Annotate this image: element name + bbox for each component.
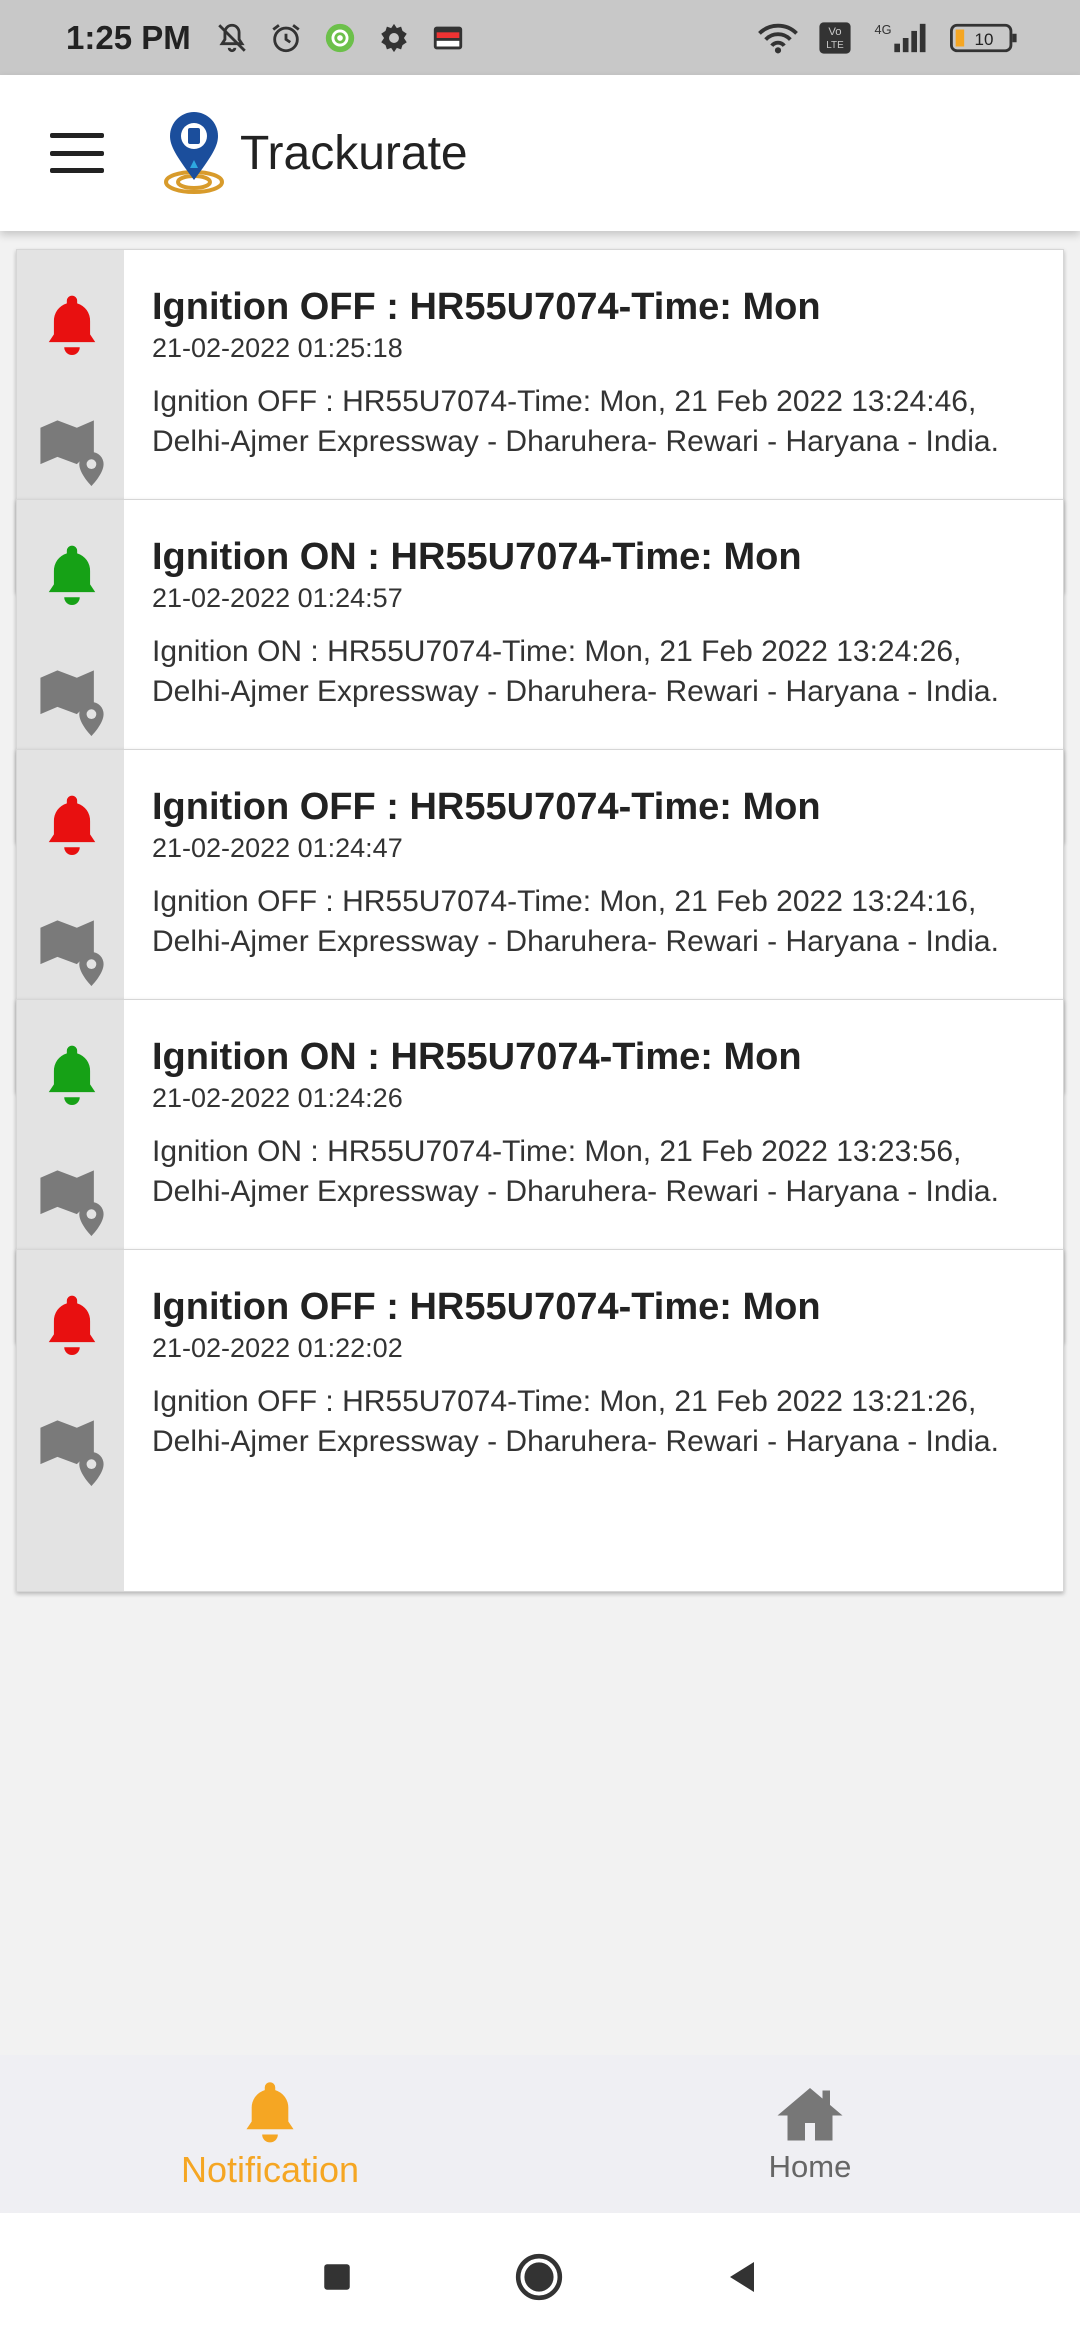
signal-4g-icon: 4G	[870, 21, 930, 55]
status-bar: 1:25 PM Vo LTE 4G 10	[0, 0, 1080, 75]
notification-text: Ignition ON : HR55U7074-Time: Mon, 21 Fe…	[152, 1135, 999, 1208]
map-location-icon[interactable]	[35, 1418, 109, 1486]
notification-title: Ignition OFF : HR55U7074-Time: Mon	[152, 786, 821, 828]
notification-card[interactable]: Ignition OFF : HR55U7074-Time: Mon 21-02…	[16, 1249, 1064, 1592]
notification-text: Ignition OFF : HR55U7074-Time: Mon, 21 F…	[152, 1385, 999, 1458]
nav-notification-label: Notification	[180, 2149, 360, 2190]
hamburger-menu-icon[interactable]	[50, 133, 104, 173]
svg-text:Vo: Vo	[828, 26, 841, 38]
svg-text:LTE: LTE	[826, 39, 844, 50]
card-body: Ignition OFF : HR55U7074-Time: Mon 21-02…	[124, 1250, 1063, 1591]
recents-square-icon[interactable]	[320, 2260, 354, 2294]
alarm-icon	[269, 21, 303, 55]
card-side-panel	[17, 1250, 124, 1591]
bell-icon	[48, 545, 96, 605]
bell-icon	[48, 795, 96, 855]
system-navigation-bar	[0, 2213, 1080, 2340]
map-location-icon[interactable]	[35, 668, 109, 736]
bell-icon	[246, 2082, 294, 2143]
notification-title: Ignition OFF : HR55U7074-Time: Mon	[152, 286, 821, 328]
nav-home-label: Home	[768, 2149, 852, 2184]
wifi-icon	[756, 21, 800, 55]
notification-time: 21-02-2022 01:24:47	[152, 833, 403, 863]
notification-list[interactable]: Ignition OFF : HR55U7074-Time: Mon 21-02…	[0, 231, 1080, 2055]
nav-notification[interactable]: Notification	[0, 2055, 540, 2213]
map-location-icon[interactable]	[35, 418, 109, 486]
app-title: Trackurate	[240, 126, 468, 180]
notification-time: 21-02-2022 01:24:26	[152, 1083, 403, 1113]
back-triangle-icon[interactable]	[724, 2258, 760, 2296]
nav-home[interactable]: Home	[540, 2055, 1080, 2213]
map-location-icon[interactable]	[35, 1168, 109, 1236]
notification-time: 21-02-2022 01:22:02	[152, 1333, 403, 1363]
notification-text: Ignition OFF : HR55U7074-Time: Mon, 21 F…	[152, 885, 999, 958]
map-location-icon[interactable]	[35, 918, 109, 986]
notification-time: 21-02-2022 01:25:18	[152, 333, 403, 363]
battery-level: 10	[975, 30, 994, 49]
location-pin-logo-icon	[164, 112, 224, 194]
app-notification-icon	[323, 21, 357, 55]
card-icon	[431, 21, 465, 55]
notification-text: Ignition ON : HR55U7074-Time: Mon, 21 Fe…	[152, 635, 999, 708]
bell-icon	[48, 295, 96, 355]
status-time: 1:25 PM	[66, 18, 191, 56]
bottom-navigation: Notification Home	[0, 2055, 1080, 2213]
notification-time: 21-02-2022 01:24:57	[152, 583, 403, 613]
bell-off-icon	[215, 21, 249, 55]
status-icons-right: Vo LTE 4G 10	[756, 21, 1020, 55]
battery-icon: 10	[948, 21, 1020, 55]
notification-title: Ignition OFF : HR55U7074-Time: Mon	[152, 1286, 821, 1328]
bell-icon	[48, 1295, 96, 1355]
app-bar: Trackurate	[0, 75, 1080, 231]
notification-title: Ignition ON : HR55U7074-Time: Mon	[152, 536, 802, 578]
volte-icon: Vo LTE	[818, 21, 852, 55]
home-circle-icon[interactable]	[514, 2252, 564, 2302]
bell-icon	[48, 1045, 96, 1105]
notification-text: Ignition OFF : HR55U7074-Time: Mon, 21 F…	[152, 385, 999, 458]
status-icons-left	[215, 21, 465, 55]
network-label: 4G	[875, 21, 892, 36]
notification-title: Ignition ON : HR55U7074-Time: Mon	[152, 1036, 802, 1078]
settings-icon	[377, 21, 411, 55]
home-icon	[777, 2088, 843, 2141]
